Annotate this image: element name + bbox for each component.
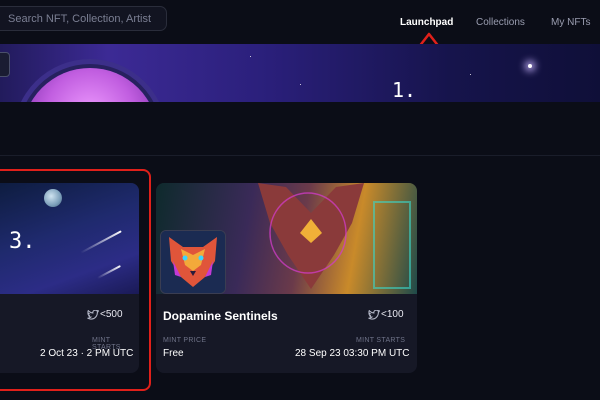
mint-starts-value: 28 Sep 23 03:30 PM UTC bbox=[295, 348, 410, 359]
highlight-annotation bbox=[0, 169, 151, 391]
followers-count: <100 bbox=[381, 309, 404, 320]
nav-collections[interactable]: Collections bbox=[476, 17, 525, 28]
mint-starts-label: MINT STARTS bbox=[356, 337, 406, 344]
star bbox=[528, 64, 532, 68]
star bbox=[250, 56, 251, 57]
featured-banner[interactable]: 1. bbox=[0, 44, 600, 102]
mint-price-label: MINT PRICE bbox=[163, 337, 207, 344]
collection-avatar[interactable] bbox=[160, 230, 226, 294]
star bbox=[300, 84, 301, 85]
annotation-one: 1. bbox=[392, 78, 417, 102]
star bbox=[470, 74, 471, 75]
neon-frame bbox=[373, 201, 411, 289]
mint-price-value: Free bbox=[163, 348, 184, 359]
top-bar: Launchpad Collections My NFTs bbox=[0, 0, 600, 44]
fox-head-art bbox=[161, 231, 225, 293]
collection-title[interactable]: Dopamine Sentinels bbox=[163, 309, 278, 323]
search-input[interactable] bbox=[0, 7, 166, 30]
fox-art bbox=[258, 183, 364, 289]
nav-my-nfts[interactable]: My NFTs bbox=[551, 17, 590, 28]
planet-graphic bbox=[22, 68, 158, 102]
twitter-icon bbox=[368, 310, 380, 320]
search-box[interactable] bbox=[0, 6, 167, 31]
banner-prev-control[interactable] bbox=[0, 52, 10, 77]
divider bbox=[0, 155, 600, 156]
nav-launchpad[interactable]: Launchpad bbox=[400, 17, 453, 28]
